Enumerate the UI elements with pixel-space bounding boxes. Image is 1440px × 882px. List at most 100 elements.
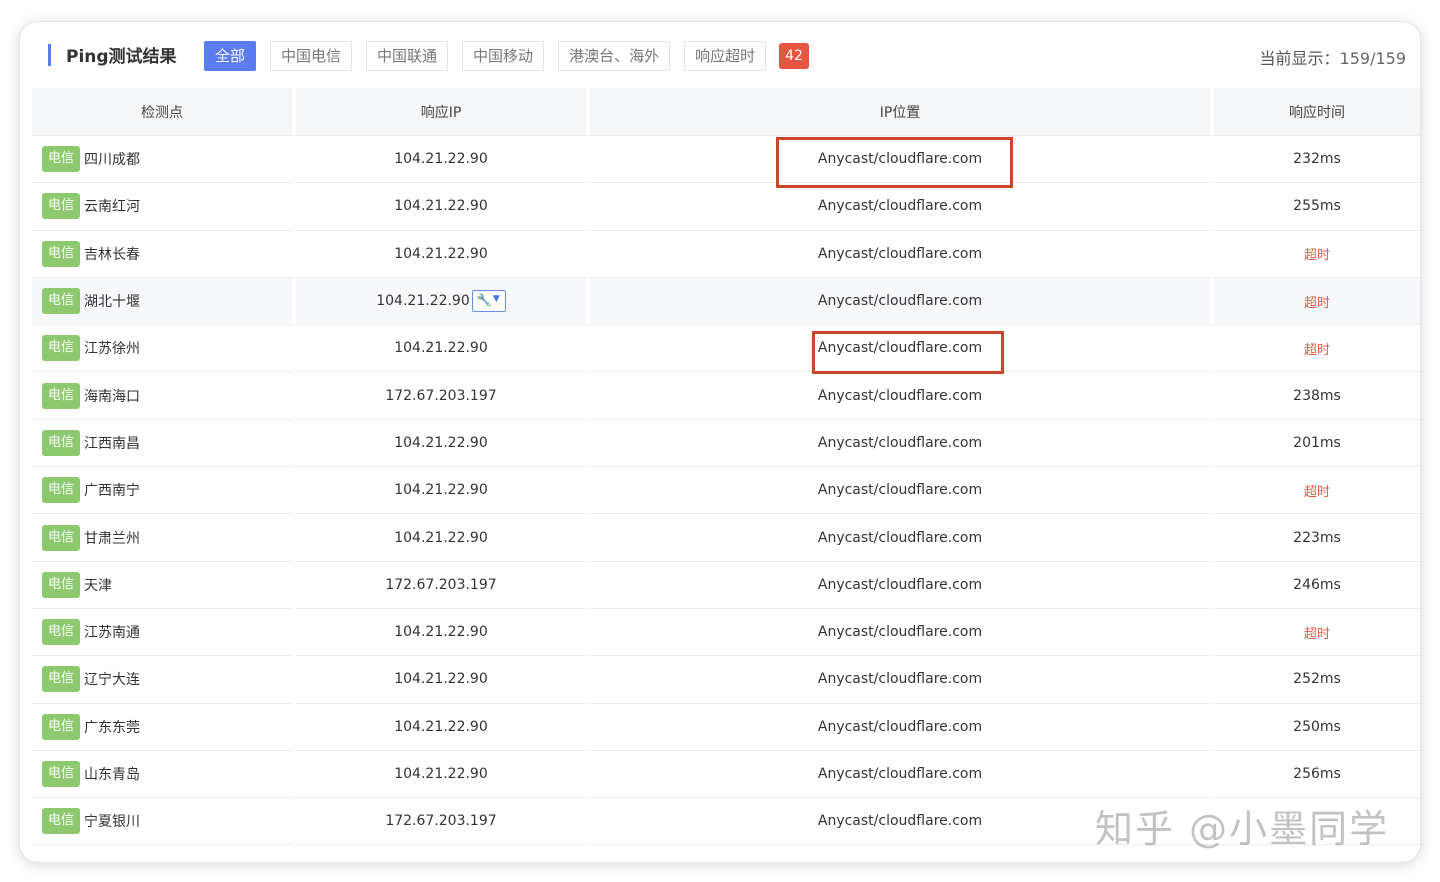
probe-cell: 电信 四川成都	[32, 136, 296, 184]
response-time-cell: 255ms	[1214, 183, 1420, 231]
response-ip-cell: 104.21.22.90	[296, 419, 590, 468]
response-ip: 172.67.203.197	[385, 813, 497, 830]
isp-badge: 电信	[42, 713, 80, 740]
isp-badge: 电信	[42, 240, 80, 267]
current-display: 当前显示：159/159	[1260, 45, 1406, 69]
probe-cell: 电信 天津	[32, 561, 296, 609]
response-time-cell: 超时	[1214, 609, 1420, 657]
probe-location: 江苏徐州	[84, 341, 140, 358]
table-row[interactable]: 电信 吉林长春 104.21.22.90 Anycast/cloudflare.com…	[32, 230, 1420, 278]
watermark: 知乎 @小墨同学	[1095, 807, 1390, 851]
probe-location: 广西南宁	[84, 483, 140, 500]
probe-cell: 电信 江苏南通	[32, 608, 296, 657]
ip-tools-dropdown[interactable]: 🔧 ▼	[471, 290, 506, 313]
title-accent-bar	[48, 44, 51, 66]
isp-badge: 电信	[42, 571, 80, 598]
table-row[interactable]: 电信 甘肃兰州 104.21.22.90 Anycast/cloudflare.com…	[32, 514, 1420, 562]
table-row[interactable]: 电信 广西南宁 104.21.22.90 Anycast/cloudflare.com…	[32, 467, 1420, 515]
response-time-cell: 238ms	[1214, 372, 1420, 420]
table-header-row: 检测点 响应IP IP位置 响应时间	[32, 88, 1420, 136]
response-ip-cell: 104.21.22.90	[296, 467, 590, 515]
probe-cell: 电信 辽宁大连	[32, 656, 296, 704]
probe-location: 甘肃兰州	[84, 530, 140, 547]
isp-badge: 电信	[42, 808, 80, 835]
table-row[interactable]: 电信 海南海口 172.67.203.197 Anycast/cloudflare.c…	[32, 372, 1420, 420]
column-header-ip-location[interactable]: IP位置	[590, 88, 1214, 136]
response-ip: 104.21.22.90	[394, 245, 488, 262]
ip-location-cell: Anycast/cloudflare.com	[590, 419, 1214, 468]
table-row[interactable]: 电信 天津 172.67.203.197 Anycast/cloudflare.com…	[32, 561, 1420, 609]
response-ip-cell: 172.67.203.197	[296, 372, 590, 420]
window-frame: Ping测试结果 全部 中国电信 中国联通 中国移动 港澳台、海外 响应超时 4…	[20, 22, 1420, 862]
results-table: 检测点 响应IP IP位置 响应时间 电信 四川成都 104.21.22.90 Any…	[32, 88, 1420, 846]
isp-badge: 电信	[42, 666, 80, 693]
tab-china-unicom[interactable]: 中国联通	[366, 41, 449, 71]
ping-results-panel: Ping测试结果 全部 中国电信 中国联通 中国移动 港澳台、海外 响应超时 4…	[32, 22, 1420, 862]
table-row[interactable]: 电信 四川成都 104.21.22.90 Anycast/cloudflare.com…	[32, 136, 1420, 184]
probe-location: 四川成都	[84, 152, 140, 169]
isp-badge: 电信	[42, 335, 80, 362]
isp-badge: 电信	[42, 524, 80, 551]
isp-badge: 电信	[42, 146, 80, 173]
response-ip: 104.21.22.90	[394, 529, 488, 546]
response-ip-cell: 172.67.203.197	[296, 798, 590, 846]
timeout-count-badge: 42	[779, 43, 809, 69]
response-ip-cell: 104.21.22.90	[296, 703, 590, 751]
probe-cell: 电信 广东东莞	[32, 703, 296, 751]
isp-badge: 电信	[42, 761, 80, 787]
table-row[interactable]: 电信 广东东莞 104.21.22.90 Anycast/cloudflare.com…	[32, 703, 1420, 751]
column-header-response-time[interactable]: 响应时间	[1214, 88, 1420, 136]
tab-all[interactable]: 全部	[204, 41, 257, 71]
response-ip: 104.21.22.90	[394, 671, 488, 688]
table-row[interactable]: 电信 云南红河 104.21.22.90 Anycast/cloudflare.com…	[32, 183, 1420, 231]
ip-location-cell: Anycast/cloudflare.com	[590, 372, 1214, 420]
highlight-box-1	[776, 137, 1013, 188]
probe-location: 江苏南通	[84, 625, 140, 642]
ip-location-cell: Anycast/cloudflare.com	[590, 514, 1214, 562]
probe-location: 江西南昌	[84, 435, 140, 452]
ip-location-cell: Anycast/cloudflare.com	[590, 656, 1214, 704]
page-title: Ping测试结果	[66, 47, 177, 67]
tab-timeout[interactable]: 响应超时	[684, 41, 767, 71]
probe-location: 海南海口	[84, 388, 140, 405]
ip-location-cell: Anycast/cloudflare.com	[590, 608, 1214, 657]
response-time-cell: 201ms	[1214, 420, 1420, 468]
highlight-box-2	[812, 331, 1004, 374]
tab-hk-macau-tw-overseas[interactable]: 港澳台、海外	[558, 41, 671, 71]
response-time-cell: 超时	[1214, 467, 1420, 515]
response-ip: 104.21.22.90	[394, 340, 488, 357]
response-ip: 172.67.203.197	[385, 387, 497, 404]
ip-location-cell: Anycast/cloudflare.com	[590, 183, 1214, 231]
tab-china-mobile[interactable]: 中国移动	[462, 41, 545, 71]
ip-location-cell: Anycast/cloudflare.com	[590, 277, 1214, 326]
isp-badge: 电信	[42, 382, 80, 409]
probe-cell: 电信 江西南昌	[32, 419, 296, 468]
response-time-cell: 223ms	[1214, 514, 1420, 562]
table-row[interactable]: 电信 江苏南通 104.21.22.90 Anycast/cloudflare.com…	[32, 608, 1420, 657]
response-time-cell: 超时	[1214, 325, 1420, 373]
column-header-probe[interactable]: 检测点	[32, 88, 296, 136]
response-ip: 104.21.22.90	[394, 151, 488, 168]
table-row[interactable]: 电信 山东青岛 104.21.22.90 Anycast/cloudflare.com…	[32, 750, 1420, 799]
response-ip: 104.21.22.90	[394, 766, 488, 782]
probe-location: 云南红河	[84, 199, 140, 216]
tab-china-telecom[interactable]: 中国电信	[270, 41, 353, 71]
response-time-cell: 246ms	[1214, 562, 1420, 609]
table-row[interactable]: 电信 江西南昌 104.21.22.90 Anycast/cloudflare.com…	[32, 419, 1420, 468]
table-row[interactable]: 电信 江苏徐州 104.21.22.90 Anycast/cloudflare.com…	[32, 325, 1420, 373]
probe-location: 宁夏银川	[84, 814, 140, 831]
caret-down-icon: ▼	[492, 294, 500, 305]
response-ip-cell: 104.21.22.90	[296, 608, 590, 657]
column-header-response-ip[interactable]: 响应IP	[296, 88, 590, 136]
response-time-cell: 250ms	[1214, 704, 1420, 751]
probe-cell: 电信 江苏徐州	[32, 325, 296, 373]
table-row[interactable]: 电信 湖北十堰 104.21.22.90 🔧 ▼ Anycast/cloudflare.c…	[32, 277, 1420, 326]
response-ip-cell: 172.67.203.197	[296, 561, 590, 609]
response-ip-cell: 104.21.22.90	[296, 750, 590, 799]
table-row[interactable]: 电信 辽宁大连 104.21.22.90 Anycast/cloudflare.com…	[32, 656, 1420, 704]
current-display-label: 当前显示：	[1259, 49, 1340, 68]
probe-cell: 电信 甘肃兰州	[32, 514, 296, 562]
probe-cell: 电信 宁夏银川	[32, 798, 296, 846]
filter-tabs: 全部 中国电信 中国联通 中国移动 港澳台、海外 响应超时 42	[204, 41, 809, 71]
response-ip: 104.21.22.90	[376, 293, 470, 310]
